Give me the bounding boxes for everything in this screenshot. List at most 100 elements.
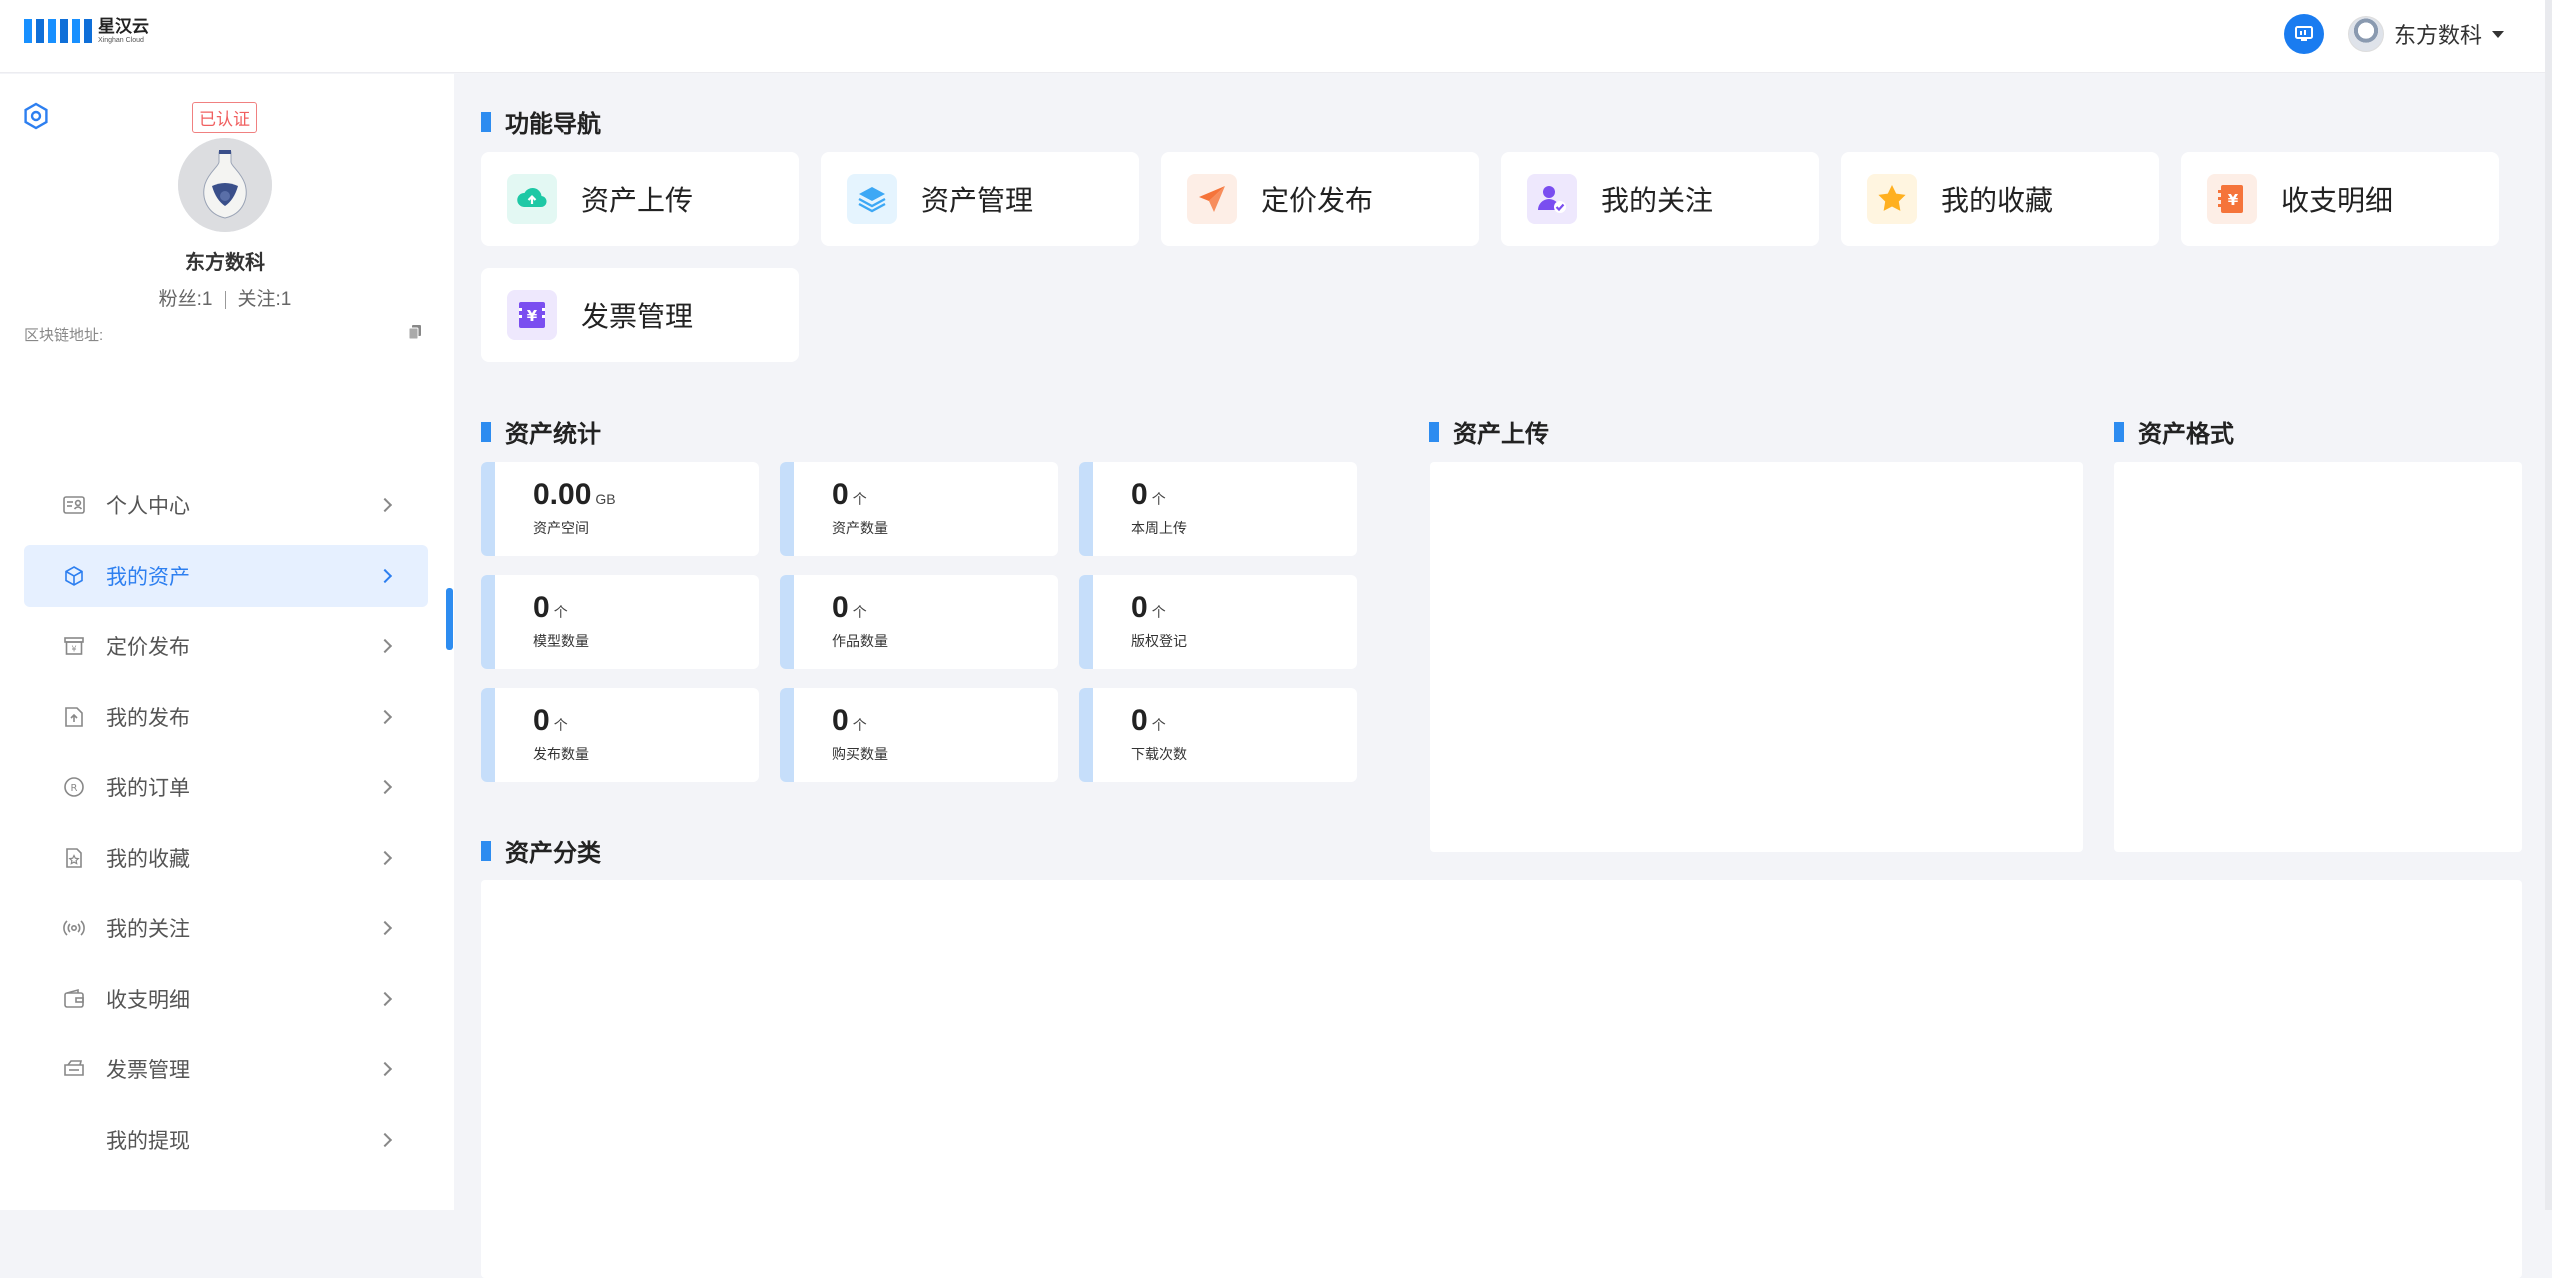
stat-card-5: 0 个作品数量 (780, 575, 1058, 669)
sidebar-item-3[interactable]: ¥ 定价发布 (24, 615, 428, 677)
stat-number: 0 (832, 478, 849, 511)
sidebar-item-label: 我的发布 (106, 706, 190, 730)
stat-card-6: 0 个版权登记 (1079, 575, 1357, 669)
stat-card-accent (780, 688, 794, 782)
invoice-icon (62, 1057, 86, 1081)
chevron-right-icon (377, 991, 393, 1006)
stat-card-accent (481, 688, 495, 782)
dashboard-screen-button[interactable] (2283, 14, 2324, 54)
sidebar-item-label: 我的关注 (106, 918, 190, 941)
profile-avatar[interactable] (178, 138, 272, 232)
svg-text:¥: ¥ (71, 645, 76, 654)
settings-icon[interactable] (22, 102, 50, 135)
stat-value: 0.00 GB (533, 478, 616, 512)
nav-card-2[interactable]: 资产管理 (821, 152, 1139, 246)
profile-name: 东方数科 (185, 252, 265, 274)
sidebar-menu: 个人中心 我的资产 ¥ 定价发布 我的发布 R 我的订单 我的收藏 我的关注 收支明细 发票管理 我的… (24, 474, 428, 1179)
order-icon: R (62, 775, 86, 799)
stat-number: 0 (832, 591, 849, 624)
svg-text:¥: ¥ (2228, 191, 2239, 209)
sidebar-item-1[interactable]: 个人中心 (24, 474, 428, 536)
nav-card-label: 资产管理 (921, 185, 1034, 216)
sidebar-item-8[interactable]: 收支明细 (24, 968, 428, 1030)
stat-unit: 个 (1151, 604, 1166, 620)
asset-category-panel (481, 880, 2522, 1278)
sidebar-item-label: 我的提现 (106, 1129, 190, 1153)
nav-card-7[interactable]: ¥ 发票管理 (481, 268, 799, 362)
stat-number: 0 (832, 704, 849, 737)
stat-value: 0个 (1131, 704, 1166, 738)
nav-card-5[interactable]: 我的收藏 (1841, 152, 2159, 246)
nav-card-3[interactable]: 定价发布 (1161, 152, 1479, 246)
section-title-stats: 资产统计 (481, 414, 601, 449)
page-scrollbar[interactable] (2545, 0, 2552, 1210)
follow-count[interactable]: 关注:1 (238, 289, 292, 310)
sidebar-item-10[interactable]: 我的提现 (24, 1109, 428, 1171)
sidebar-item-2[interactable]: 我的资产 (24, 544, 428, 607)
sidebar-item-5[interactable]: R 我的订单 (24, 756, 428, 818)
vase-image (178, 138, 272, 232)
stat-value: 0个 (832, 704, 867, 738)
stat-card-accent (1079, 688, 1093, 782)
layers-icon (847, 174, 897, 224)
section-title-upload: 资产上传 (1429, 414, 1549, 449)
sidebar-item-4[interactable]: 我的发布 (24, 686, 428, 748)
chevron-right-icon (377, 1061, 393, 1077)
copy-icon[interactable] (408, 324, 422, 340)
stat-value: 0个 (1131, 591, 1166, 625)
nav-card-label: 我的关注 (1601, 185, 1714, 216)
nav-card-1[interactable]: 资产上传 (481, 152, 799, 246)
profile-stats: 粉丝:1 关注:1 (0, 284, 450, 311)
section-title-format: 资产格式 (2114, 414, 2234, 449)
stat-number: 0 (1131, 591, 1148, 624)
nav-card-label: 资产上传 (581, 185, 694, 216)
asset-format-panel (2114, 462, 2522, 852)
sidebar-item-9[interactable]: 发票管理 (24, 1038, 428, 1100)
price-tag-icon: ¥ (62, 634, 86, 658)
svg-text:R: R (71, 783, 78, 794)
main-content: 功能导航 资产上传 资产管理 定价发布 我的关注 我的收藏 ¥ 收支明细 ¥ 发票管理 资产统计… (454, 74, 2552, 1278)
sidebar-item-label: 我的收藏 (106, 847, 190, 871)
stat-card-3: 0 个本周上传 (1079, 462, 1357, 556)
chevron-right-icon (377, 850, 393, 865)
stat-number: 0 (533, 704, 550, 737)
app-logo[interactable]: 星汉云 Xinghan Cloud (24, 18, 149, 44)
paper-plane-icon (1187, 174, 1237, 224)
nav-card-4[interactable]: 我的关注 (1501, 152, 1819, 246)
cloud-upload-icon (507, 174, 557, 224)
sidebar: 已认证 东方数科 粉丝:1 关注:1 区块链地址: 个人中心 我的资产 ¥ 定价发布 我的… (0, 74, 454, 1210)
logo-mark-icon (24, 19, 92, 43)
stat-card-accent (780, 462, 794, 556)
upload-folder-icon (62, 705, 86, 729)
stat-number: 0 (1131, 704, 1148, 737)
avatar (2347, 16, 2384, 52)
certified-badge: 已认证 (192, 102, 257, 133)
asset-upload-panel (1430, 462, 2083, 852)
fans-count[interactable]: 粉丝:1 (159, 289, 213, 310)
stat-value: 0个 (832, 591, 867, 625)
chevron-right-icon (377, 497, 393, 513)
nav-card-6[interactable]: ¥ 收支明细 (2181, 152, 2499, 246)
sidebar-item-label: 定价发布 (106, 636, 190, 659)
section-title-category: 资产分类 (481, 833, 601, 868)
stat-card-7: 0 个发布数量 (481, 688, 759, 782)
stat-label: 下载次数 (1131, 746, 1187, 762)
stat-value: 0个 (533, 591, 568, 625)
sidebar-item-label: 发票管理 (106, 1059, 190, 1082)
stat-unit: 个 (1151, 717, 1166, 733)
svg-text:¥: ¥ (527, 307, 538, 325)
user-menu[interactable]: 东方数科 (2347, 16, 2504, 52)
stat-card-9: 0 个下载次数 (1079, 688, 1357, 782)
chevron-right-icon (377, 709, 393, 724)
id-card-icon (62, 493, 86, 517)
sidebar-item-7[interactable]: 我的关注 (24, 897, 428, 959)
stat-card-8: 0 个购买数量 (780, 688, 1058, 782)
stat-label: 发布数量 (533, 746, 589, 762)
logo-title: 星汉云 (98, 17, 149, 36)
sidebar-active-indicator (446, 588, 453, 650)
chevron-right-icon (377, 1132, 393, 1147)
sidebar-item-6[interactable]: 我的收藏 (24, 827, 428, 889)
sidebar-item-label: 我的订单 (106, 777, 190, 800)
monitor-icon (2294, 26, 2313, 41)
stat-unit: 个 (852, 604, 867, 620)
